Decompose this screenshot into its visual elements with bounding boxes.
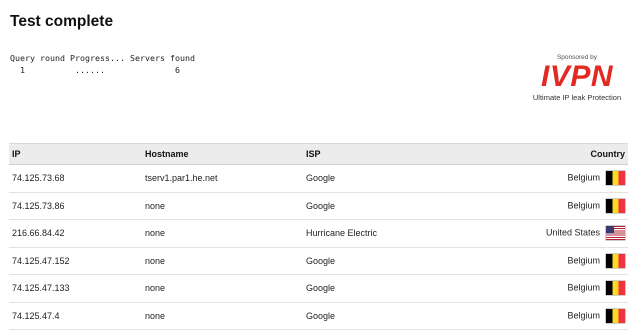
table-row: 74.125.73.68 tserv1.par1.he.net Google B… <box>9 164 628 193</box>
ip-cell: 74.125.73.68 <box>9 164 142 193</box>
hostname-cell: none <box>142 247 303 275</box>
ip-cell: 74.125.47.4 <box>9 302 142 330</box>
ip-cell: 74.125.73.86 <box>9 192 142 220</box>
query-round-header: Query round <box>10 53 65 63</box>
isp-cell: Google <box>303 247 509 275</box>
ip-cell: 74.125.47.133 <box>9 274 142 303</box>
isp-column-header: ISP <box>303 143 509 165</box>
belgium-flag-icon <box>606 171 625 186</box>
country-name: Belgium <box>567 200 600 211</box>
hostname-cell: tserv1.par1.he.net <box>142 164 303 193</box>
hostname-cell: none <box>142 192 303 220</box>
belgium-flag-icon <box>606 308 625 323</box>
country-cell: United States <box>509 219 628 248</box>
country-cell: Belgium <box>509 164 628 193</box>
results-table: IP Hostname ISP Country 74.125.73.68 tse… <box>9 143 628 330</box>
isp-cell: Google <box>303 164 509 193</box>
table-row: 74.125.73.86 none Google Belgium <box>9 192 628 220</box>
hostname-cell: none <box>142 302 303 330</box>
ivpn-logo[interactable]: IVPN <box>526 62 628 93</box>
isp-cell: Google <box>303 192 509 220</box>
country-cell: Belgium <box>509 302 628 330</box>
country-name: Belgium <box>567 172 600 183</box>
us-flag-icon <box>606 226 625 241</box>
query-value-row: 1 ...... 6 <box>10 64 180 76</box>
ip-column-header: IP <box>9 143 142 165</box>
sponsor-tagline: Ultimate IP leak Protection <box>532 93 622 102</box>
belgium-flag-icon <box>606 253 625 268</box>
table-row: 74.125.47.4 none Google Belgium <box>9 302 628 330</box>
isp-cell: Google <box>303 302 509 330</box>
servers-found-header: Servers found <box>130 53 195 63</box>
page-title: Test complete <box>10 13 114 30</box>
belgium-flag-icon <box>606 281 625 296</box>
query-round-value: 1 <box>20 65 25 75</box>
progress-value: ...... <box>75 65 105 75</box>
country-column-header: Country <box>509 143 628 165</box>
country-name: United States <box>545 227 600 238</box>
country-name: Belgium <box>567 282 600 293</box>
table-row: 216.66.84.42 none Hurricane Electric Uni… <box>9 219 628 248</box>
ip-cell: 216.66.84.42 <box>9 219 142 248</box>
country-name: Belgium <box>567 255 600 266</box>
isp-cell: Hurricane Electric <box>303 219 509 248</box>
table-row: 74.125.47.152 none Google Belgium <box>9 247 628 275</box>
hostname-cell: none <box>142 219 303 248</box>
country-name: Belgium <box>567 310 600 321</box>
hostname-cell: none <box>142 274 303 303</box>
query-progress-table: Query round Progress... Servers found 1 … <box>10 52 195 76</box>
results-header-row: IP Hostname ISP Country <box>9 143 628 165</box>
country-cell: Belgium <box>509 247 628 275</box>
belgium-flag-icon <box>606 198 625 213</box>
query-header-row: Query round Progress... Servers found <box>10 52 195 64</box>
ip-cell: 74.125.47.152 <box>9 247 142 275</box>
country-cell: Belgium <box>509 192 628 220</box>
sponsor-block[interactable]: Sponsored by IVPN Ultimate IP leak Prote… <box>526 53 628 103</box>
table-row: 74.125.47.133 none Google Belgium <box>9 274 628 303</box>
isp-cell: Google <box>303 274 509 303</box>
country-cell: Belgium <box>509 274 628 303</box>
servers-found-value: 6 <box>175 65 180 75</box>
progress-header: Progress... <box>70 53 125 63</box>
hostname-column-header: Hostname <box>142 143 303 165</box>
